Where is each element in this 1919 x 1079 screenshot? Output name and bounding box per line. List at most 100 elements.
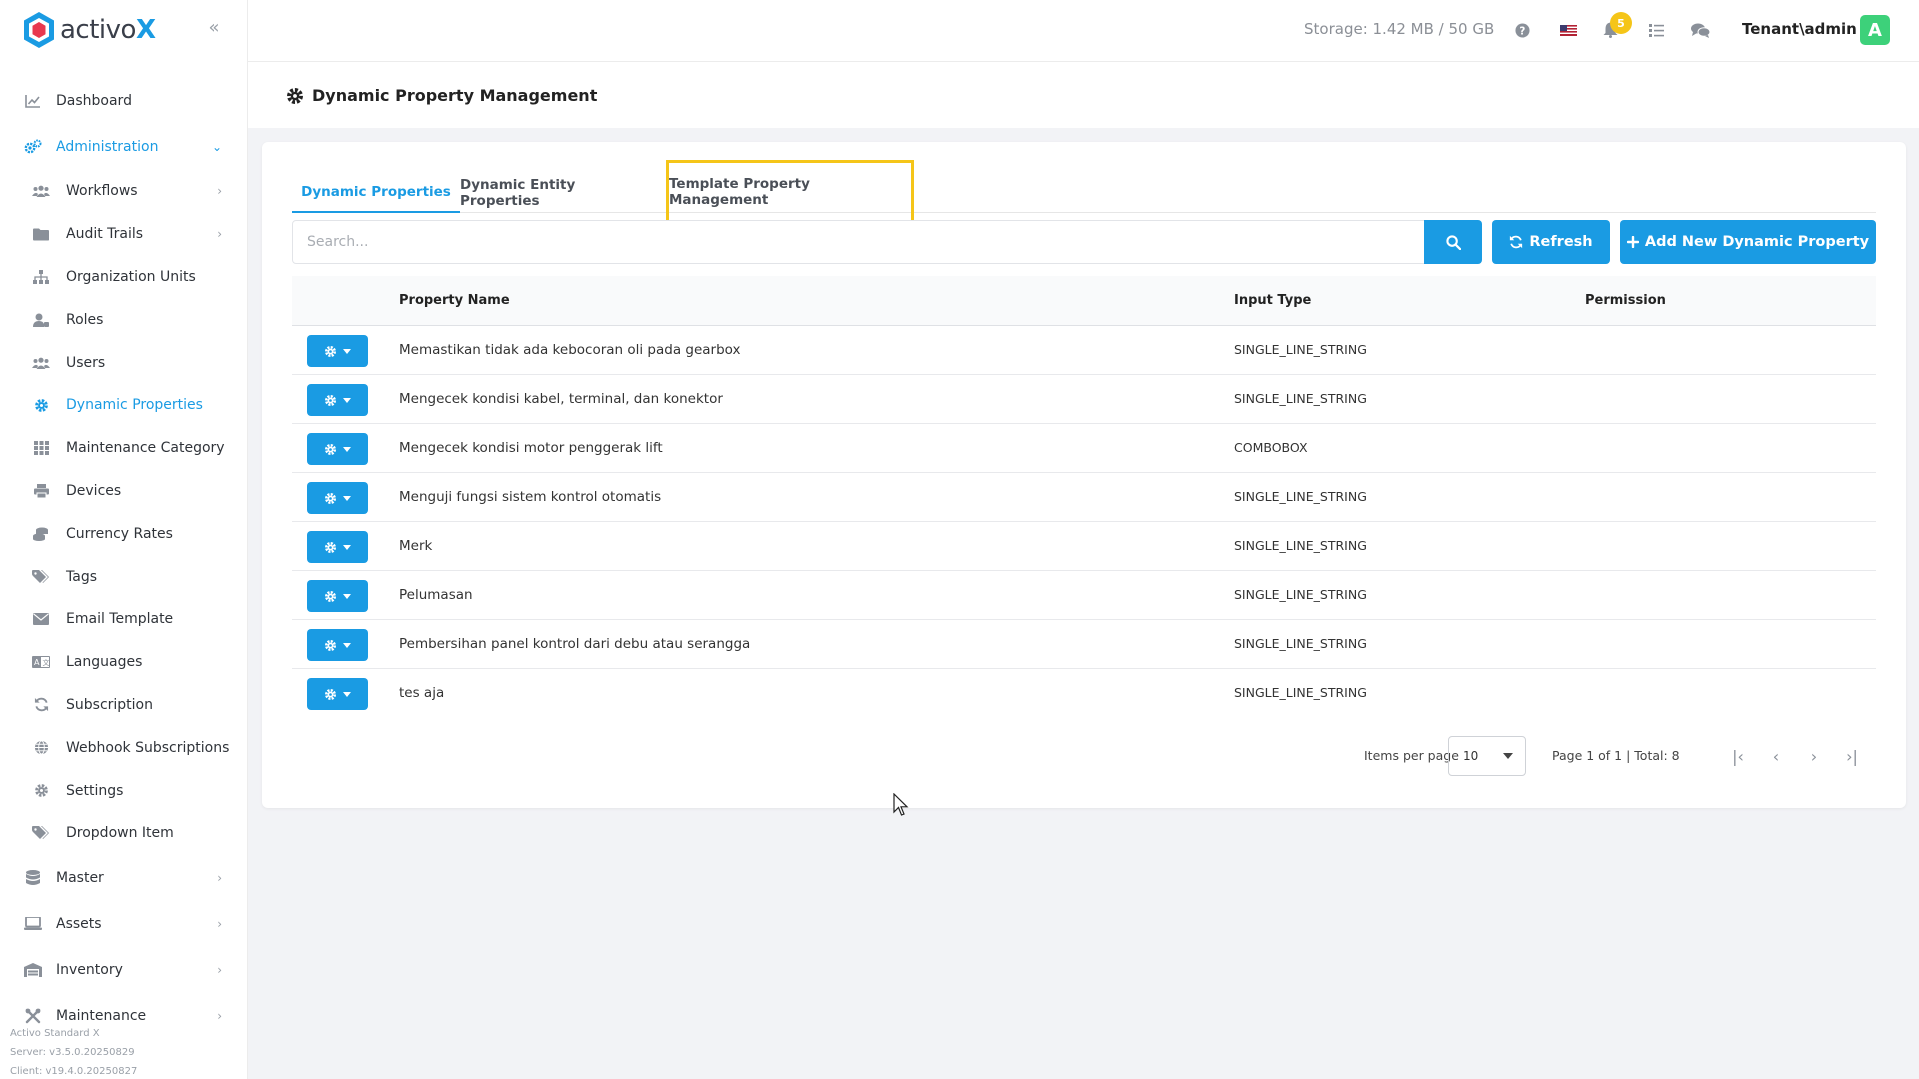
properties-table: Property Name Input Type Permission Mema…	[292, 276, 1876, 718]
laptop-icon	[24, 915, 42, 933]
gear-icon	[324, 590, 337, 602]
sidebar-item-inventory[interactable]: Inventory ›	[0, 947, 248, 993]
sidebar-item-maintenance-category[interactable]: Maintenance Category	[0, 427, 248, 470]
grid-icon	[32, 439, 50, 457]
sidebar-item-administration[interactable]: Administration ⌄	[0, 124, 248, 170]
user-name[interactable]: Tenant\admin	[1742, 20, 1857, 38]
search-button[interactable]	[1424, 220, 1482, 264]
next-page-icon[interactable]: ›	[1802, 744, 1826, 768]
last-page-icon[interactable]: ›|	[1840, 744, 1864, 768]
collapse-sidebar-icon[interactable]: «	[204, 18, 224, 38]
folder-icon	[32, 225, 50, 243]
first-page-icon[interactable]: |‹	[1726, 744, 1750, 768]
tab-dynamic-properties[interactable]: Dynamic Properties	[292, 172, 460, 213]
sidebar-item-dropdown-item[interactable]: Dropdown Item	[0, 812, 248, 855]
sidebar-item-languages[interactable]: A文 Languages	[0, 641, 248, 684]
cell-input-type: SINGLE_LINE_STRING	[1234, 538, 1367, 553]
brand-logo[interactable]: activoX	[22, 10, 156, 50]
sidebar-item-roles[interactable]: Roles	[0, 298, 248, 341]
search-input[interactable]	[292, 220, 1426, 264]
row-actions-button[interactable]	[307, 433, 368, 465]
users-icon	[32, 354, 50, 372]
gear-icon	[324, 541, 337, 553]
column-header-input-type[interactable]: Input Type	[1234, 293, 1311, 308]
globe-icon	[32, 739, 50, 757]
tags-icon	[32, 824, 50, 842]
language-icon: A文	[32, 653, 50, 671]
row-actions-button[interactable]	[307, 580, 368, 612]
sidebar-item-dashboard[interactable]: Dashboard	[0, 78, 248, 124]
svg-text:A: A	[34, 658, 40, 667]
gears-icon	[24, 138, 42, 156]
avatar[interactable]: A	[1860, 15, 1890, 45]
caret-down-icon	[343, 495, 351, 501]
row-actions-button[interactable]	[307, 531, 368, 563]
refresh-button[interactable]: Refresh	[1492, 220, 1610, 264]
caret-down-icon	[343, 397, 351, 403]
caret-down-icon	[343, 642, 351, 648]
cell-property-name: Pelumasan	[399, 587, 473, 603]
prev-page-icon[interactable]: ‹	[1764, 744, 1788, 768]
sidebar-item-workflows[interactable]: Workflows ›	[0, 170, 248, 213]
tab-template-property-management[interactable]: Template Property Management	[666, 160, 914, 224]
pagination: Items per page 10 Page 1 of 1 | Total: 8…	[262, 736, 1906, 776]
sidebar-item-tags[interactable]: Tags	[0, 555, 248, 598]
sidebar-item-users[interactable]: Users	[0, 341, 248, 384]
cell-input-type: SINGLE_LINE_STRING	[1234, 636, 1367, 651]
table-row: Pembersihan panel kontrol dari debu atau…	[292, 620, 1876, 669]
column-header-property-name[interactable]: Property Name	[399, 293, 510, 308]
column-header-permission[interactable]: Permission	[1585, 293, 1666, 308]
gear-icon	[287, 87, 303, 104]
version-info: Activo Standard X Server: v3.5.0.2025082…	[10, 1024, 137, 1079]
sidebar-item-audit-trails[interactable]: Audit Trails ›	[0, 213, 248, 256]
sidebar-item-email-template[interactable]: Email Template	[0, 598, 248, 641]
sidebar-item-currency-rates[interactable]: Currency Rates	[0, 512, 248, 555]
us-flag-icon[interactable]	[1558, 20, 1578, 40]
sidebar-item-assets[interactable]: Assets ›	[0, 901, 248, 947]
row-actions-button[interactable]	[307, 482, 368, 514]
users-icon	[32, 182, 50, 200]
cell-input-type: SINGLE_LINE_STRING	[1234, 391, 1367, 406]
chevron-right-icon: ›	[217, 870, 222, 885]
table-row: tes aja SINGLE_LINE_STRING	[292, 669, 1876, 718]
gear-icon	[324, 443, 337, 455]
table-row: Pelumasan SINGLE_LINE_STRING	[292, 571, 1876, 620]
row-actions-button[interactable]	[307, 335, 368, 367]
row-actions-button[interactable]	[307, 629, 368, 661]
sidebar-item-webhook-subscriptions[interactable]: Webhook Subscriptions	[0, 726, 248, 769]
items-per-page-label: Items per page	[1364, 748, 1459, 763]
chat-icon[interactable]	[1690, 20, 1710, 40]
tab-dynamic-entity-properties[interactable]: Dynamic Entity Properties	[460, 172, 650, 213]
table-row: Menguji fungsi sistem kontrol otomatis SI…	[292, 473, 1876, 522]
table-header: Property Name Input Type Permission	[292, 276, 1876, 326]
brand-name: activoX	[60, 15, 156, 45]
topbar: Storage: 1.42 MB / 50 GB ? 5 Tenant\admi…	[248, 0, 1919, 62]
task-list-icon[interactable]	[1646, 20, 1666, 40]
add-dynamic-property-button[interactable]: Add New Dynamic Property	[1620, 220, 1876, 264]
row-actions-button[interactable]	[307, 678, 368, 710]
chevron-right-icon: ›	[217, 1008, 222, 1023]
sidebar-item-master[interactable]: Master ›	[0, 855, 248, 901]
row-actions-button[interactable]	[307, 384, 368, 416]
envelope-icon	[32, 610, 50, 628]
database-icon	[24, 869, 42, 887]
cell-input-type: COMBOBOX	[1234, 440, 1308, 455]
sidebar-item-devices[interactable]: Devices	[0, 470, 248, 513]
chevron-right-icon: ›	[217, 227, 222, 242]
table-row: Merk SINGLE_LINE_STRING	[292, 522, 1876, 571]
items-per-page-select[interactable]: 10	[1448, 736, 1526, 776]
sidebar-item-dynamic-properties[interactable]: Dynamic Properties	[0, 384, 248, 427]
sidebar-item-subscription[interactable]: Subscription	[0, 684, 248, 727]
table-row: Mengecek kondisi kabel, terminal, dan ko…	[292, 375, 1876, 424]
sidebar-item-organization-units[interactable]: Organization Units	[0, 256, 248, 299]
sidebar-item-settings[interactable]: Settings	[0, 769, 248, 812]
caret-down-icon	[343, 544, 351, 550]
cell-property-name: Mengecek kondisi motor penggerak lift	[399, 440, 663, 456]
page-info: Page 1 of 1 | Total: 8	[1552, 748, 1680, 763]
sitemap-icon	[32, 268, 50, 286]
caret-down-icon	[1503, 753, 1513, 759]
caret-down-icon	[343, 691, 351, 697]
help-icon[interactable]: ?	[1512, 20, 1532, 40]
notification-badge: 5	[1610, 12, 1632, 34]
user-tag-icon	[32, 311, 50, 329]
